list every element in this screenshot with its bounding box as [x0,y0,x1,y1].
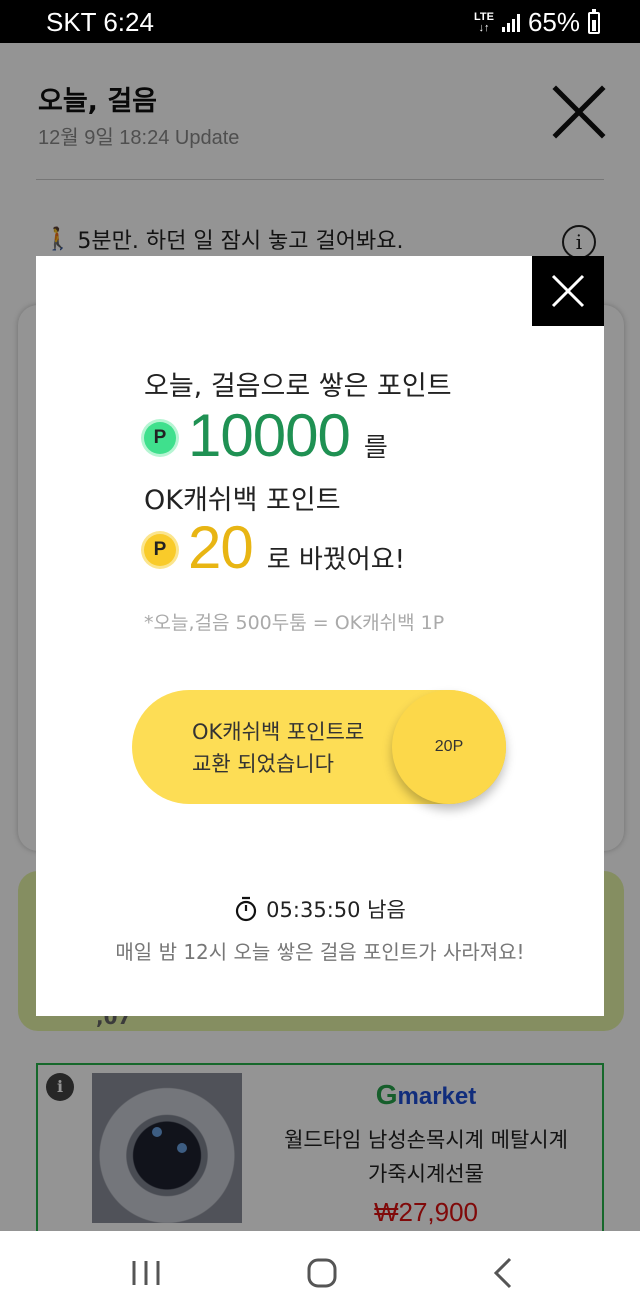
conversion-rate-note: *오늘,걸음 500두툼 = OK캐쉬백 1P [144,612,445,634]
expiry-notice: 매일 밤 12시 오늘 쌓은 걸음 포인트가 사라져요! [115,940,525,964]
back-icon[interactable] [484,1253,524,1293]
walk-points-suffix: 를 [363,433,388,463]
walk-points-value: 10000 [188,402,351,469]
exchange-toggle[interactable]: OK캐쉬백 포인트로 교환 되었습니다 20P [132,690,506,804]
countdown-text: 05:35:50 남음 [266,898,406,922]
dialog-heading: 오늘, 걸음으로 쌓은 포인트 [144,371,452,402]
status-bar: SKT 6:24 LTE ↓↑ 65% [0,0,640,43]
lte-indicator: LTE ↓↑ [473,10,494,34]
close-icon [551,274,585,308]
battery-percent: 65% [527,7,580,37]
stopwatch-icon [236,896,257,922]
cashbag-heading: OK캐쉬백 포인트 [144,485,341,516]
walk-point-coin-icon: P [144,422,176,454]
battery-icon [588,8,600,34]
exchange-status-text: OK캐쉬백 포인트로 교환 되었습니다 [192,720,365,776]
cashbag-coin-icon: P [144,534,176,566]
dialog-close-button[interactable] [532,256,604,326]
navigation-bar [0,1231,640,1316]
recent-apps-icon[interactable] [126,1253,166,1293]
cashbag-points-value: 20 [188,514,254,581]
cashbag-points-row: P 20 로 바꿨어요! [144,518,405,578]
points-exchange-dialog: 오늘, 걸음으로 쌓은 포인트 P 10000 를 OK캐쉬백 포인트 P 20… [36,256,604,1016]
countdown: 05:35:50 남음 [36,894,604,924]
cashbag-points-suffix: 로 바꿨어요! [266,545,406,575]
home-icon[interactable] [302,1253,342,1293]
exchange-knob[interactable]: 20P [392,690,506,804]
carrier-time: SKT 6:24 [46,7,154,37]
signal-icon [501,13,520,32]
walk-points-row: P 10000 를 [144,406,388,466]
